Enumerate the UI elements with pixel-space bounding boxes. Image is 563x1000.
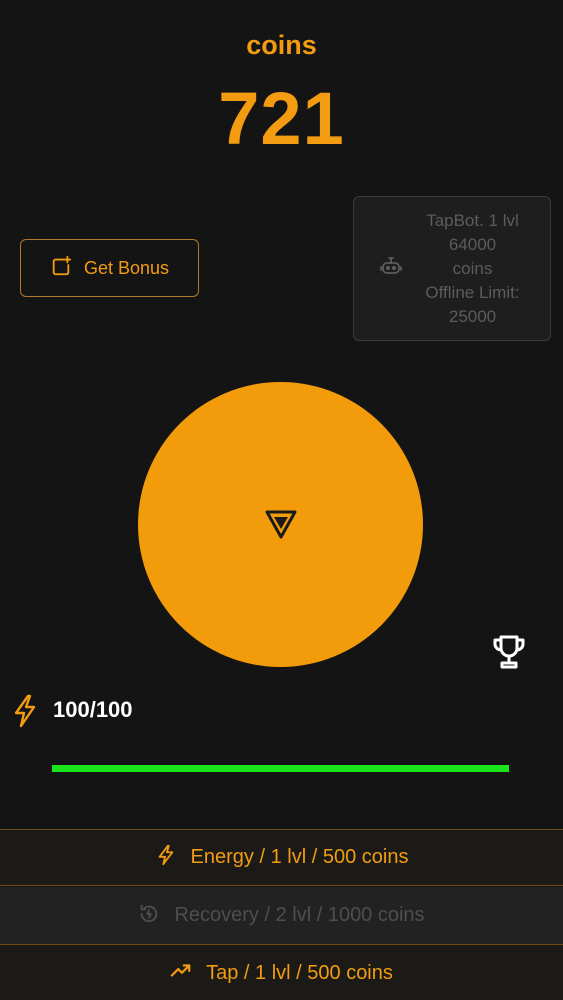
get-bonus-label: Get Bonus — [83, 257, 170, 278]
upgrade-recovery-button[interactable]: Recovery / 2 lvl / 1000 coins — [0, 887, 563, 944]
triangle-logo-icon — [264, 509, 298, 539]
upgrade-energy-button[interactable]: Energy / 1 lvl / 500 coins — [0, 829, 563, 886]
upgrade-energy-label: Energy / 1 lvl / 500 coins — [190, 846, 409, 868]
upgrade-tap-label: Tap / 1 lvl / 500 coins — [206, 961, 393, 984]
energy-progress-bar — [52, 765, 509, 772]
get-bonus-button[interactable]: Get Bonus — [20, 239, 199, 297]
upgrade-tap-button[interactable]: Tap / 1 lvl / 500 coins — [0, 944, 563, 1000]
tapbot-info: TapBot. 1 lvl 64000 coins Offline Limit:… — [403, 209, 550, 329]
tapbot-offline-limit-label: Offline Limit: — [425, 282, 520, 302]
tapbot-offline-limit-value: 25000 — [448, 306, 497, 326]
trending-up-icon — [170, 959, 192, 987]
energy-value: 100/100 — [53, 697, 133, 722]
tapbot-card[interactable]: TapBot. 1 lvl 64000 coins Offline Limit:… — [353, 196, 551, 341]
trophy-icon[interactable] — [492, 634, 526, 670]
energy-progress-fill — [52, 765, 509, 772]
tap-coin-button[interactable] — [138, 382, 423, 667]
robot-icon — [379, 254, 403, 283]
tapbot-title: TapBot. 1 lvl — [426, 210, 519, 230]
lightning-icon — [13, 694, 37, 728]
lightning-icon — [155, 844, 177, 872]
recovery-icon — [138, 902, 160, 930]
tapbot-price: 64000 — [448, 234, 497, 254]
coins-label: coins — [246, 30, 317, 60]
tap-game-screen: coins 721 Get Bonus TapBot. 1 lvl 64000 … — [0, 0, 563, 1000]
tapbot-price-unit: coins — [452, 258, 493, 278]
add-box-icon — [50, 255, 72, 282]
coins-balance: 721 — [218, 77, 345, 160]
upgrade-recovery-label: Recovery / 2 lvl / 1000 coins — [174, 904, 425, 926]
